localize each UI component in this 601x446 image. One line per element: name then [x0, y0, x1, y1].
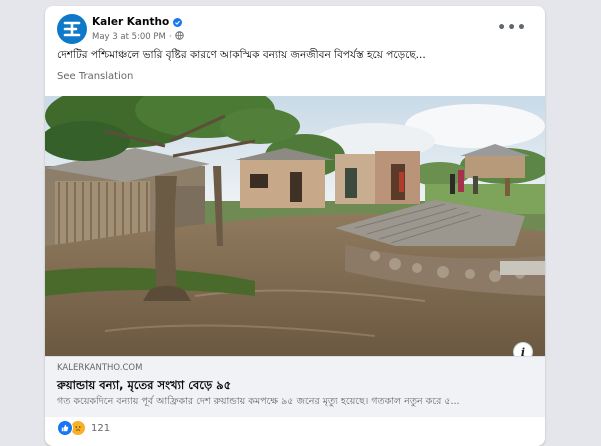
more-options-icon[interactable]: ••• [497, 20, 527, 36]
post-header: Kaler Kantho May 3 at 5:00 PM · ••• [57, 14, 533, 48]
post-timestamp[interactable]: May 3 at 5:00 PM [92, 32, 166, 42]
reactions-summary[interactable]: 121 [57, 420, 110, 436]
page-name-link[interactable]: Kaler Kantho [92, 16, 169, 28]
page-name-row: Kaler Kantho [92, 16, 183, 28]
link-title[interactable]: রুয়ান্ডায় বন্যা, মৃতের সংখ্যা বেড়ে ৯৫ [57, 377, 231, 396]
post-card: Kaler Kantho May 3 at 5:00 PM · ••• দেশট… [45, 6, 545, 446]
link-description: গত কয়েকদিনে বন্যায় পূর্ব আফ্রিকার দেশ … [57, 396, 460, 407]
see-translation-link[interactable]: See Translation [57, 71, 133, 82]
post-meta: May 3 at 5:00 PM · [92, 31, 184, 43]
meta-separator: · [168, 32, 172, 42]
link-domain: KALERKANTHO.COM [57, 363, 143, 373]
page-avatar-icon[interactable] [57, 14, 87, 44]
flood-photo-image [45, 96, 545, 356]
post-text: দেশটির পশ্চিমাঞ্চলে ভারি বৃষ্টির কারণে আ… [57, 49, 426, 61]
globe-icon [174, 31, 184, 43]
reaction-count[interactable]: 121 [91, 423, 110, 434]
like-reaction-icon [57, 420, 73, 436]
verified-badge-icon [173, 17, 183, 27]
link-preview[interactable]: KALERKANTHO.COM রুয়ান্ডায় বন্যা, মৃতের… [45, 356, 545, 417]
post-photo[interactable]: i [45, 96, 545, 356]
info-icon[interactable]: i [513, 342, 533, 356]
